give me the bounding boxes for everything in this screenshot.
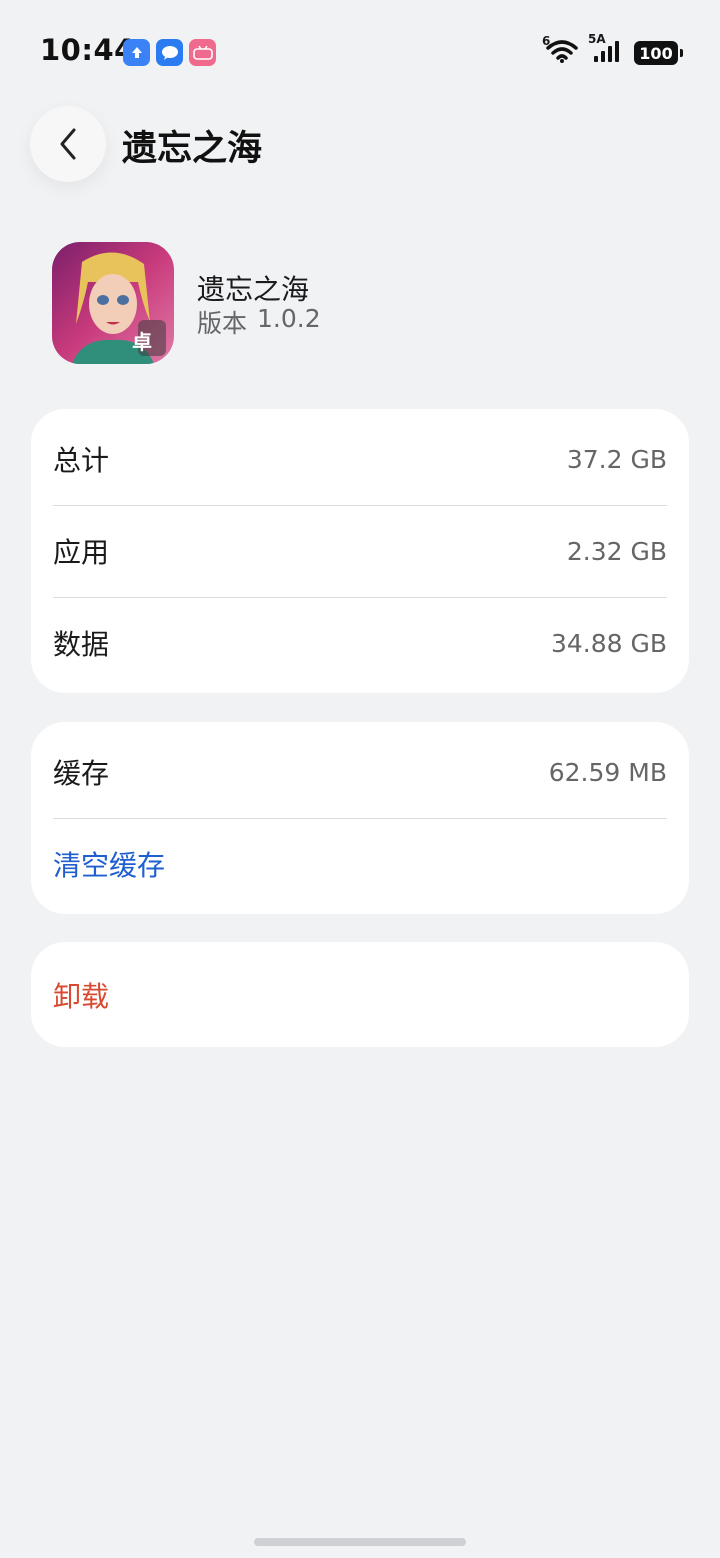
wifi-icon: 6 xyxy=(542,34,580,68)
storage-label: 应用 xyxy=(53,536,110,569)
uninstall-button[interactable]: 卸载 xyxy=(31,942,689,1047)
upload-app-icon xyxy=(123,39,150,66)
page-title: 遗忘之海 xyxy=(122,129,263,169)
cache-row: 缓存 62.59 MB xyxy=(31,726,689,818)
uninstall-label: 卸载 xyxy=(53,979,110,1013)
app-version: 版本 1.0.2 xyxy=(197,304,321,340)
storage-value: 37.2 GB xyxy=(566,444,667,474)
message-app-icon xyxy=(156,39,183,66)
status-bar: 10:44 6 5A 100 xyxy=(0,0,720,100)
battery-icon: 100 xyxy=(634,41,683,65)
back-button[interactable] xyxy=(30,106,106,182)
storage-row-data: 数据 34.88 GB xyxy=(31,597,689,689)
storage-row-total: 总计 37.2 GB xyxy=(31,413,689,505)
clear-cache-button[interactable]: 清空缓存 xyxy=(31,818,689,910)
status-time: 10:44 xyxy=(40,33,135,67)
app-version-number: 1.0.2 xyxy=(257,304,321,333)
storage-card: 总计 37.2 GB 应用 2.32 GB 数据 34.88 GB xyxy=(31,409,689,693)
app-icon: 卓 xyxy=(52,242,174,364)
storage-value: 34.88 GB xyxy=(550,628,667,658)
cache-label: 缓存 xyxy=(53,757,110,790)
bilibili-icon xyxy=(189,39,216,66)
cache-card: 缓存 62.59 MB 清空缓存 xyxy=(31,722,689,914)
system-icons: 6 5A 100 xyxy=(542,32,683,68)
cellular-signal-icon: 5A xyxy=(588,32,624,68)
storage-label: 总计 xyxy=(53,444,110,477)
wifi-label: 6 xyxy=(542,34,551,48)
app-icon-badge: 卓 xyxy=(132,330,152,354)
storage-label: 数据 xyxy=(53,628,110,661)
storage-value: 2.32 GB xyxy=(566,536,667,566)
signal-label: 5A xyxy=(588,32,606,46)
clear-cache-label: 清空缓存 xyxy=(53,849,166,882)
home-indicator[interactable] xyxy=(254,1538,466,1546)
cache-value: 62.59 MB xyxy=(548,757,667,787)
storage-row-app: 应用 2.32 GB xyxy=(31,505,689,597)
app-name: 遗忘之海 xyxy=(197,273,310,306)
notification-icons xyxy=(123,39,216,66)
chevron-left-icon xyxy=(60,128,76,160)
app-version-label: 版本 xyxy=(197,309,248,338)
